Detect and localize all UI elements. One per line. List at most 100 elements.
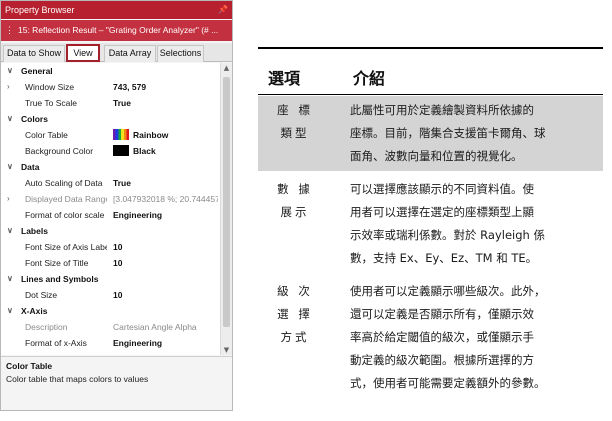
scroll-down-icon[interactable]: ▼ xyxy=(221,346,232,354)
property-value-text: Black xyxy=(133,146,156,156)
tab-selections[interactable]: Selections xyxy=(157,45,204,62)
tab-view[interactable]: View xyxy=(66,44,100,62)
option-term-line: 座 標 xyxy=(277,103,313,117)
category-label: Lines and Symbols xyxy=(21,274,99,284)
property-value[interactable]: [3.047932018 %; 20.744457 xyxy=(113,191,218,207)
property-category[interactable]: ∨ Lines and Symbols xyxy=(1,271,220,287)
property-category[interactable]: ∨ Data xyxy=(1,159,220,175)
property-value[interactable]: True xyxy=(113,95,218,111)
option-introduction-line: 用者可以選擇在選定的座標類型上顯 xyxy=(350,205,534,219)
property-value-text: 10 xyxy=(113,258,123,268)
option-term: 級 次選 擇方式 xyxy=(270,280,320,349)
table-header: 選項 介紹 xyxy=(258,49,603,95)
property-row[interactable]: Color Table Rainbow xyxy=(1,127,220,143)
expand-chevron-icon[interactable]: › xyxy=(7,191,10,207)
document-title: 15: Reflection Result – "Grating Order A… xyxy=(18,25,219,35)
option-term-line: 展示 xyxy=(280,205,310,219)
property-label: Dot Size xyxy=(25,290,58,300)
header-introduction: 介紹 xyxy=(353,69,386,88)
option-term-line: 選 擇 xyxy=(277,307,313,321)
panel-title: Property Browser xyxy=(5,5,75,15)
collapse-chevron-icon[interactable]: ∨ xyxy=(7,111,13,127)
property-row[interactable]: Font Size of Axis Labels 10 xyxy=(1,239,220,255)
table-row: 數 據展示 可以選擇應該顯示的不同資料值。使 用者可以選擇在選定的座標類型上顯 示效率… xyxy=(258,175,603,273)
option-introduction-line: 示效率或瑞利係數。對於 Rayleigh 係 xyxy=(350,228,545,242)
property-row[interactable]: Auto Scaling of Data True xyxy=(1,175,220,191)
property-label: Color Table xyxy=(25,130,68,140)
property-row[interactable]: Format of color scale Engineering xyxy=(1,207,220,223)
collapse-chevron-icon[interactable]: ∨ xyxy=(7,63,13,79)
property-grid: ∨ General › Window Size 743, 579 True To Scal… xyxy=(1,63,220,355)
property-label: Format of x-Axis xyxy=(25,338,87,348)
property-category[interactable]: ∨ Labels xyxy=(1,223,220,239)
property-row[interactable]: True To Scale True xyxy=(1,95,220,111)
table-row: 級 次選 擇方式 使用者可以定義顯示哪些級次。此外， 還可以定義是否顯示所有，僅顯示… xyxy=(258,277,603,398)
property-row[interactable]: Description Cartesian Angle Alpha xyxy=(1,319,220,335)
tab-bar: Data to Show View Data Array Selections xyxy=(1,43,232,62)
property-value[interactable]: 10 xyxy=(113,255,218,271)
scrollbar-thumb[interactable] xyxy=(223,77,230,327)
property-category[interactable]: ∨ X-Axis xyxy=(1,303,220,319)
property-value-text: Engineering xyxy=(113,210,163,220)
property-category[interactable]: ∨ Colors xyxy=(1,111,220,127)
property-row[interactable]: › Window Size 743, 579 xyxy=(1,79,220,95)
option-introduction-line: 率高於給定閾值的級次，或僅顯示手 xyxy=(350,330,534,344)
property-browser-panel: Property Browser 📌 ⋮ 15: Reflection Resu… xyxy=(0,0,233,411)
option-term: 數 據展示 xyxy=(270,178,320,224)
option-term-line: 級 次 xyxy=(277,284,313,298)
color-swatch-icon xyxy=(113,145,129,156)
property-value[interactable]: Engineering xyxy=(113,335,218,351)
property-label: Window Size xyxy=(25,82,75,92)
collapse-chevron-icon[interactable]: ∨ xyxy=(7,223,13,239)
option-introduction-line: 面角、波數向量和位置的視覺化。 xyxy=(350,149,523,163)
collapse-chevron-icon[interactable]: ∨ xyxy=(7,159,13,175)
property-value-text: Engineering xyxy=(113,338,163,348)
option-term-line: 類型 xyxy=(280,126,310,140)
property-value[interactable]: Cartesian Angle Alpha xyxy=(113,319,218,335)
document-icon: ⋮ xyxy=(5,25,14,35)
collapse-chevron-icon[interactable]: ∨ xyxy=(7,303,13,319)
option-term-line: 數 據 xyxy=(277,182,313,196)
property-row[interactable]: Format of x-Axis Engineering xyxy=(1,335,220,351)
description-box: Color Table Color table that maps colors… xyxy=(1,356,232,410)
category-label: Colors xyxy=(21,114,48,124)
property-label: Font Size of Axis Labels xyxy=(25,242,107,252)
property-label: Background Color xyxy=(25,146,94,156)
collapse-chevron-icon[interactable]: ∨ xyxy=(7,271,13,287)
property-row[interactable]: Font Size of Title 10 xyxy=(1,255,220,271)
option-introduction: 使用者可以定義顯示哪些級次。此外， 還可以定義是否顯示所有，僅顯示效 率高於給定閾值… xyxy=(350,280,600,395)
property-category[interactable]: ∨ General xyxy=(1,63,220,79)
property-label: Font Size of Title xyxy=(25,258,89,268)
document-selector[interactable]: ⋮ 15: Reflection Result – "Grating Order… xyxy=(1,20,232,41)
property-row[interactable]: Dot Size 10 xyxy=(1,287,220,303)
property-value[interactable]: 743, 579 xyxy=(113,79,218,95)
property-row[interactable]: Background Color Black xyxy=(1,143,220,159)
option-introduction-line: 可以選擇應該顯示的不同資料值。使 xyxy=(350,182,534,196)
tab-data-to-show[interactable]: Data to Show xyxy=(3,45,65,62)
option-introduction: 此屬性可用於定義繪製資料所依據的 座標。目前，階集合支援笛卡爾角、球 面角、波數向量… xyxy=(350,99,600,168)
property-value-text: Rainbow xyxy=(133,130,169,140)
tab-data-array[interactable]: Data Array xyxy=(104,45,156,62)
option-introduction-line: 動定義的級次範圍。根據所選擇的方 xyxy=(350,353,534,367)
scroll-up-icon[interactable]: ▲ xyxy=(221,64,232,72)
expand-chevron-icon[interactable]: › xyxy=(7,79,10,95)
property-value[interactable]: 10 xyxy=(113,239,218,255)
table-row: 座 標類型 此屬性可用於定義繪製資料所依據的 座標。目前，階集合支援笛卡爾角、球 面角… xyxy=(258,96,603,171)
property-row[interactable]: › Displayed Data Range [3.047932018 %; 20.… xyxy=(1,191,220,207)
property-value[interactable]: Engineering xyxy=(113,207,218,223)
description-text: Color table that maps colors to values xyxy=(6,374,149,384)
option-introduction-line: 式，使用者可能需要定義額外的參數。 xyxy=(350,376,546,390)
property-value[interactable]: Rainbow xyxy=(113,127,218,143)
property-value[interactable]: Black xyxy=(113,143,218,159)
option-introduction: 可以選擇應該顯示的不同資料值。使 用者可以選擇在選定的座標類型上顯 示效率或瑞利係數… xyxy=(350,178,600,270)
header-option: 選項 xyxy=(268,69,301,88)
property-value[interactable]: True xyxy=(113,175,218,191)
option-introduction-line: 數，支持 Ex、Ey、Ez、TM 和 TE。 xyxy=(350,251,538,265)
option-introduction-line: 此屬性可用於定義繪製資料所依據的 xyxy=(350,103,534,117)
property-value[interactable]: 10 xyxy=(113,287,218,303)
pin-icon[interactable]: 📌 xyxy=(218,1,228,19)
category-label: Labels xyxy=(21,226,48,236)
property-label: True To Scale xyxy=(25,98,77,108)
property-grid-scrollbar[interactable]: ▲ ▼ xyxy=(220,63,232,355)
property-value-text: 743, 579 xyxy=(113,82,147,92)
